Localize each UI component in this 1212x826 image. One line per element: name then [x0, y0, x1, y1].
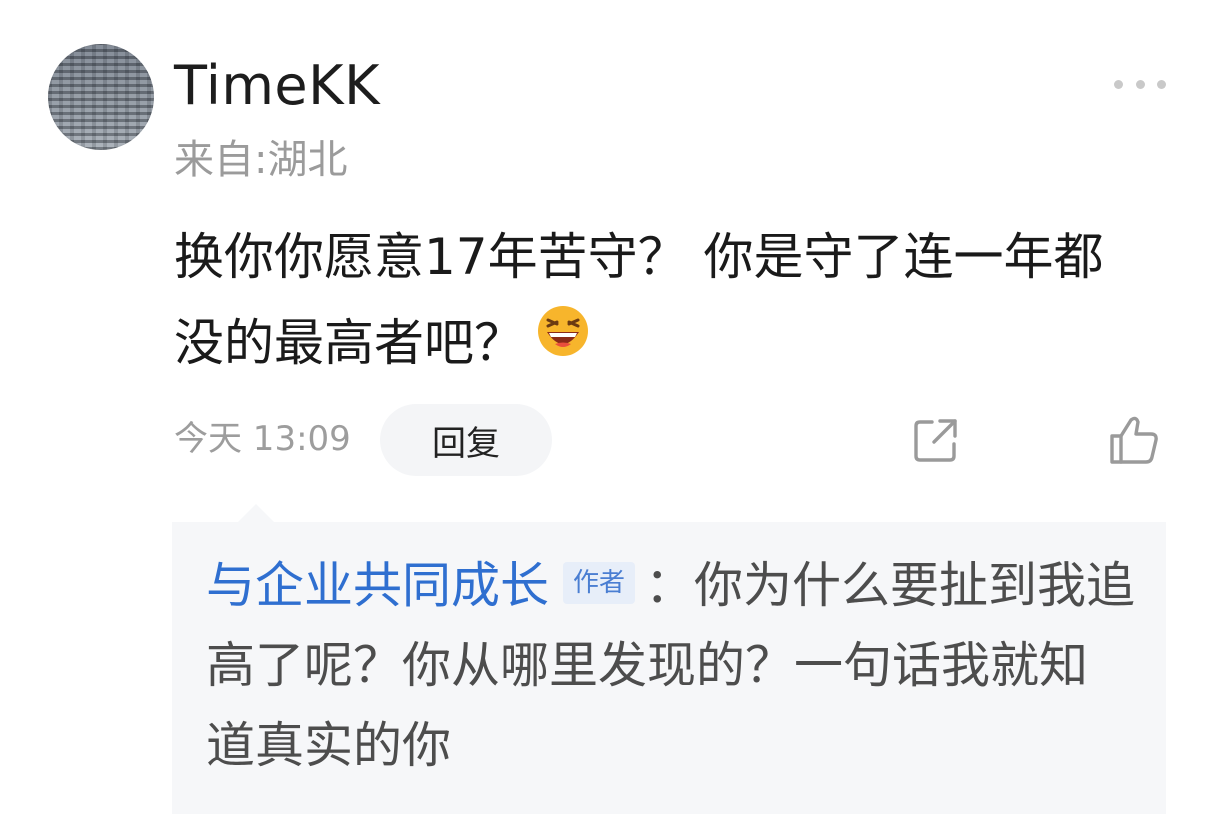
more-options-icon[interactable]: [1114, 72, 1166, 96]
share-icon[interactable]: [910, 414, 962, 466]
reply-thread: 与企业共同成长 作者 ：你为什么要扯到我追高了呢？你从哪里发现的？一句话我就知道真实…: [172, 522, 1166, 814]
reply-author-name[interactable]: 与企业共同成长: [206, 557, 549, 614]
reply-box-pointer: [238, 504, 274, 522]
reply-button[interactable]: 回复: [380, 404, 552, 476]
comment-timestamp: 今天 13:09: [174, 419, 351, 459]
author-badge: 作者: [563, 561, 636, 604]
comment-body: 换你你愿意17年苦守？ 你是守了连一年都没的最高者吧？: [174, 214, 1134, 390]
more-dot: [1135, 79, 1145, 89]
username[interactable]: TimeKK: [174, 54, 380, 118]
more-dot: [1114, 79, 1123, 89]
comment-text: 换你你愿意17年苦守？ 你是守了连一年都没的最高者吧？: [174, 228, 1104, 372]
location-label: 来自:湖北: [174, 137, 348, 183]
more-dot: [1157, 79, 1166, 89]
user-avatar[interactable]: [48, 44, 154, 150]
reply-content: 与企业共同成长 作者 ：你为什么要扯到我追高了呢？你从哪里发现的？一句话我就知道真实…: [206, 546, 1136, 786]
like-thumbs-up-icon[interactable]: [1106, 412, 1162, 468]
laughing-emoji-icon: [536, 298, 590, 384]
